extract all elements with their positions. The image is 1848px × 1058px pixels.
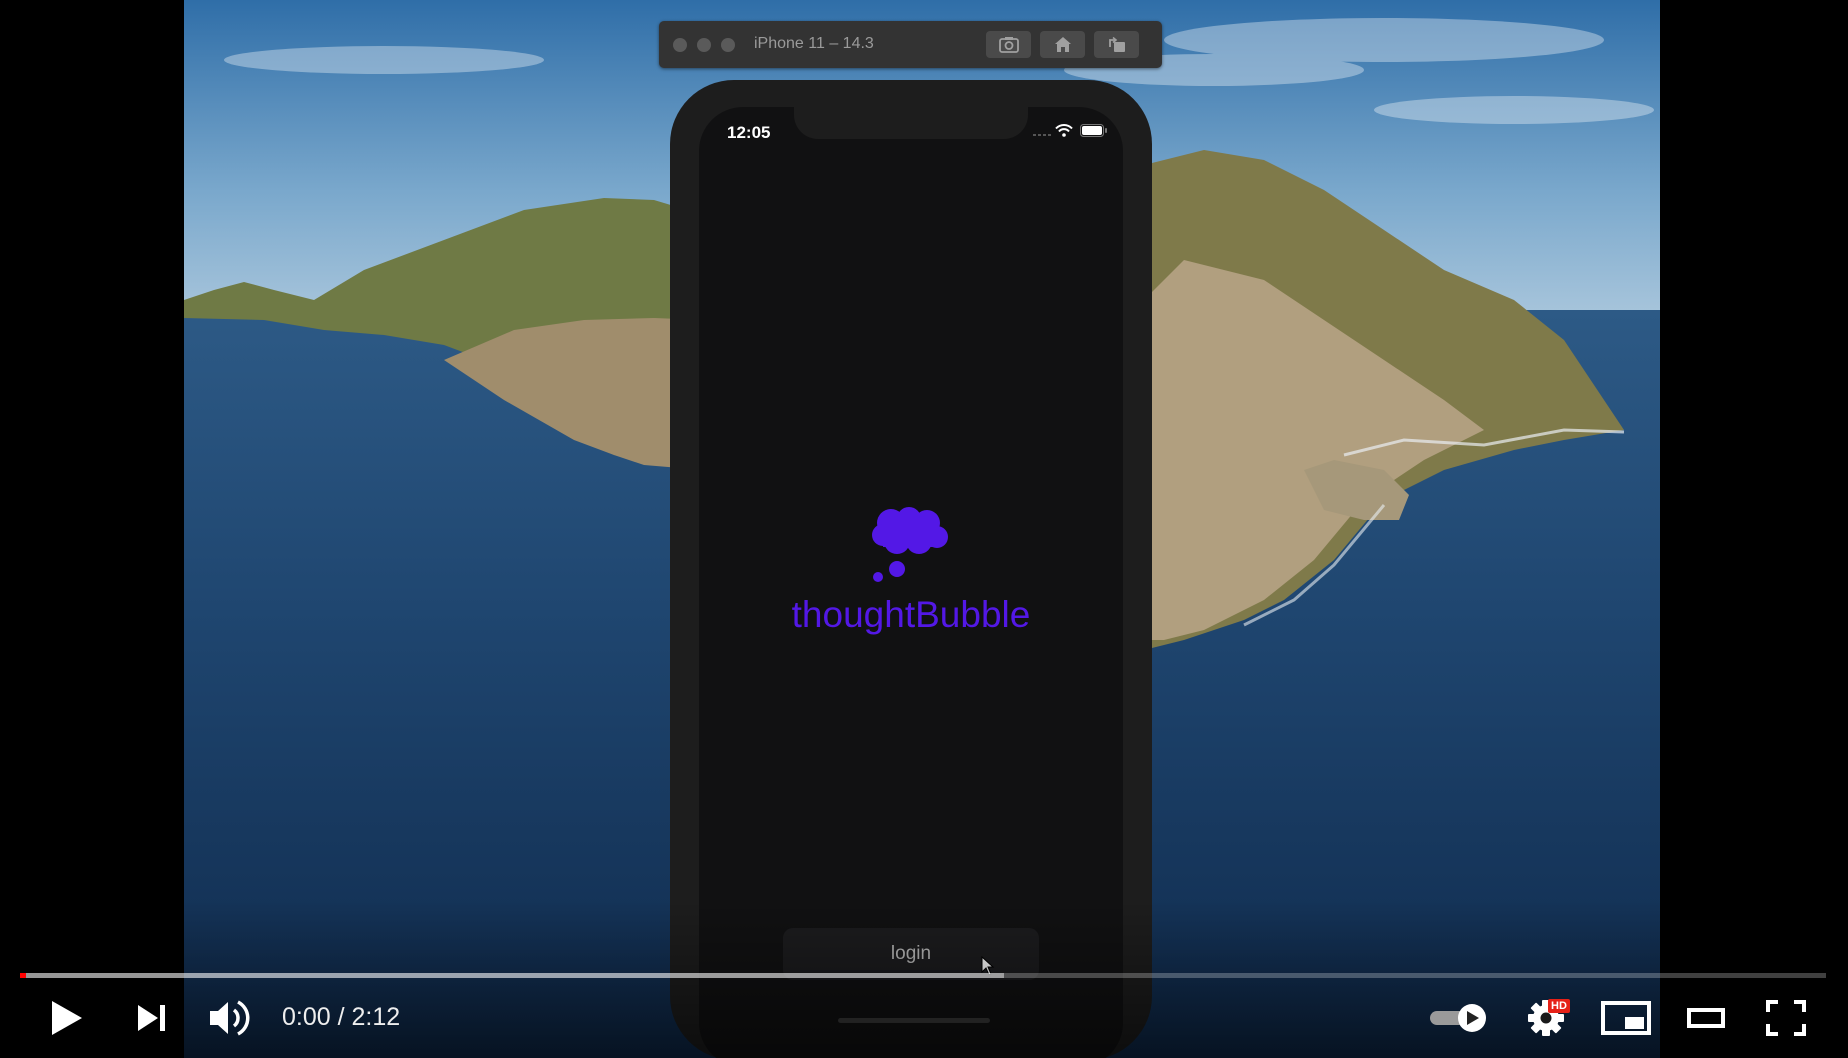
hd-badge: HD: [1548, 999, 1570, 1013]
buffered-bar: [20, 973, 1004, 978]
battery-icon: [1080, 124, 1107, 137]
autoplay-toggle-icon: [1430, 1004, 1486, 1032]
played-bar: [20, 973, 26, 978]
simulator-toolbar: iPhone 11 – 14.3: [659, 21, 1162, 68]
home-button[interactable]: [1040, 31, 1085, 58]
next-icon: [138, 1005, 165, 1031]
window-minimize-button[interactable]: [697, 38, 711, 52]
cellular-signal-icon: [1033, 134, 1051, 136]
screenshot-button[interactable]: [986, 31, 1031, 58]
play-icon: [52, 1001, 82, 1035]
volume-icon: [210, 1000, 250, 1036]
volume-button[interactable]: [206, 990, 254, 1046]
screenshot-icon: [998, 37, 1019, 53]
fullscreen-button[interactable]: [1764, 990, 1808, 1046]
miniplayer-button[interactable]: [1600, 990, 1652, 1046]
next-button[interactable]: [134, 990, 170, 1046]
progress-bar[interactable]: [20, 973, 1826, 978]
status-bar-time: 12:05: [727, 123, 771, 142]
autoplay-toggle[interactable]: [1428, 990, 1488, 1046]
fullscreen-icon: [1766, 1000, 1806, 1036]
thought-bubble-logo-icon: [872, 507, 948, 582]
window-close-button[interactable]: [673, 38, 687, 52]
rotate-button[interactable]: [1094, 31, 1139, 58]
window-zoom-button[interactable]: [721, 38, 735, 52]
rotate-icon: [1108, 36, 1125, 52]
miniplayer-icon: [1601, 1001, 1651, 1035]
theater-icon: [1687, 1008, 1725, 1028]
theater-button[interactable]: [1686, 990, 1726, 1046]
notch: [794, 107, 1028, 139]
play-button[interactable]: [46, 990, 90, 1046]
app-name: thoughtBubble: [791, 594, 1031, 635]
time-display: 0:00 / 2:12: [282, 1003, 401, 1031]
simulator-title: iPhone 11 – 14.3: [754, 35, 874, 52]
wifi-icon: [1055, 124, 1073, 137]
controls-gradient: [0, 900, 1848, 1058]
video-player[interactable]: iPhone 11 – 14.3 12:05 thoughtBubble 0:0…: [0, 0, 1848, 1058]
home-icon: [1054, 37, 1071, 52]
